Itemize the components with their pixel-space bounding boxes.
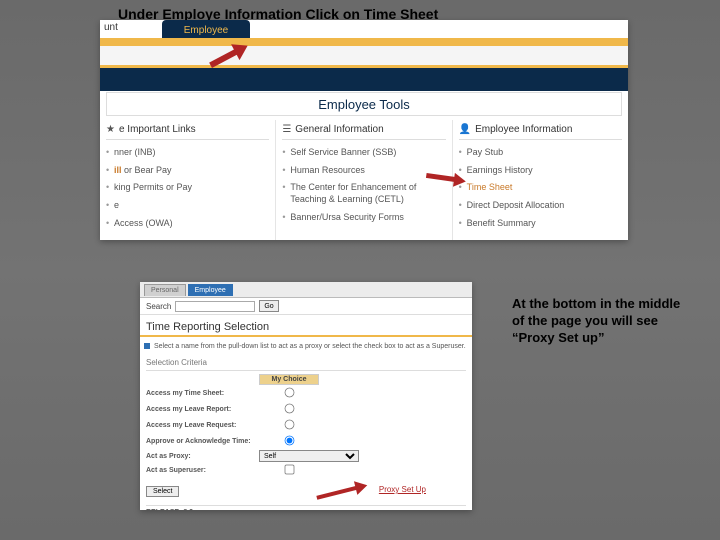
page-instruction: Select a name from the pull-down list to… [140, 341, 472, 352]
col-header-important: ★ e Important Links [106, 124, 269, 140]
tool-columns: ★ e Important Links nner (INB) ill or Be… [100, 120, 628, 240]
tab-personal[interactable]: Personal [144, 284, 186, 296]
list-icon: ☰ [282, 124, 291, 135]
table-header: My Choice [259, 374, 319, 385]
radio-time-sheet[interactable] [284, 388, 294, 398]
page-title: Time Reporting Selection [140, 315, 472, 335]
divider [146, 505, 466, 506]
row-label: Access my Leave Report: [146, 406, 259, 413]
table-row: Approve or Acknowledge Time: [146, 434, 466, 449]
col-header-employee-label: Employee Information [475, 124, 572, 135]
row-label: Act as Proxy: [146, 453, 259, 460]
list-item[interactable]: The Center for Enhancement of Teaching &… [282, 179, 445, 208]
tab-employee[interactable]: Employee [188, 284, 233, 296]
bearpay-suffix: or Bear Pay [122, 165, 172, 175]
row-label: Act as Superuser: [146, 467, 259, 474]
list-item[interactable]: Direct Deposit Allocation [459, 197, 622, 215]
search-bar: Search Go [140, 298, 472, 315]
employee-tab[interactable]: Employee [162, 20, 250, 38]
employee-tools-screenshot: unt Employee Employee Tools ★ e Importan… [100, 20, 628, 240]
col-header-employee: 👤 Employee Information [459, 124, 622, 140]
selection-table: My Choice Access my Time Sheet: Access m… [140, 374, 472, 478]
table-row: Act as Superuser: [146, 463, 466, 478]
list-item[interactable]: ill or Bear Pay [106, 162, 269, 180]
band [100, 46, 628, 65]
table-row: Access my Leave Report: [146, 402, 466, 417]
banner-tabs: Personal Employee [140, 282, 472, 298]
release-label: RELEASE: 8.2 [140, 509, 472, 510]
proxy-select[interactable]: Self [259, 450, 359, 462]
radio-approve[interactable] [284, 436, 294, 446]
navy-bar [100, 65, 628, 91]
table-row: Act as Proxy:Self [146, 450, 466, 462]
superuser-checkbox[interactable] [284, 465, 294, 475]
divider [146, 370, 466, 371]
portal-left-fragment: unt [100, 20, 122, 35]
select-button[interactable]: Select [146, 486, 179, 497]
section-heading: Selection Criteria [140, 352, 472, 369]
row-label: Access my Leave Request: [146, 422, 259, 429]
list-item[interactable]: Human Resources [282, 162, 445, 180]
star-icon: ★ [106, 124, 115, 135]
list-item[interactable]: Benefit Summary [459, 215, 622, 233]
list-item[interactable]: Earnings History [459, 162, 622, 180]
search-label: Search [146, 302, 171, 311]
col-employee-info: 👤 Employee Information Pay Stub Earnings… [453, 120, 628, 240]
list-item[interactable]: Banner/Ursa Security Forms [282, 209, 445, 227]
row-label: Approve or Acknowledge Time: [146, 438, 259, 445]
time-reporting-screenshot: Personal Employee Search Go Time Reporti… [140, 282, 472, 510]
gold-rule [140, 335, 472, 337]
bearpay-prefix: ill [114, 165, 122, 175]
col-header-general-label: General Information [295, 124, 383, 135]
employee-tools-ribbon: Employee Tools [106, 92, 622, 116]
table-row: Access my Time Sheet: [146, 386, 466, 401]
instruction-side: At the bottom in the middle of the page … [512, 296, 688, 347]
go-button[interactable]: Go [259, 300, 278, 312]
list-item[interactable]: Self Service Banner (SSB) [282, 144, 445, 162]
col-header-important-label: e Important Links [119, 124, 196, 135]
gold-divider [100, 38, 628, 46]
search-input[interactable] [175, 301, 255, 312]
employee-tab-label: Employee [184, 25, 228, 36]
list-item[interactable]: king Permits or Pay [106, 179, 269, 197]
radio-leave-request[interactable] [284, 420, 294, 430]
col-header-general: ☰ General Information [282, 124, 445, 140]
radio-leave-report[interactable] [284, 404, 294, 414]
table-row: Access my Leave Request: [146, 418, 466, 433]
list-item[interactable]: e [106, 197, 269, 215]
time-sheet-link[interactable]: Time Sheet [459, 179, 622, 197]
col-important-links: ★ e Important Links nner (INB) ill or Be… [100, 120, 276, 240]
proxy-set-up-link[interactable]: Proxy Set Up [379, 485, 426, 494]
list-item[interactable]: Access (OWA) [106, 215, 269, 233]
arrow-to-proxy-setup [315, 477, 373, 504]
list-item[interactable]: Pay Stub [459, 144, 622, 162]
list-item[interactable]: nner (INB) [106, 144, 269, 162]
row-label: Access my Time Sheet: [146, 390, 259, 397]
person-icon: 👤 [459, 124, 471, 135]
